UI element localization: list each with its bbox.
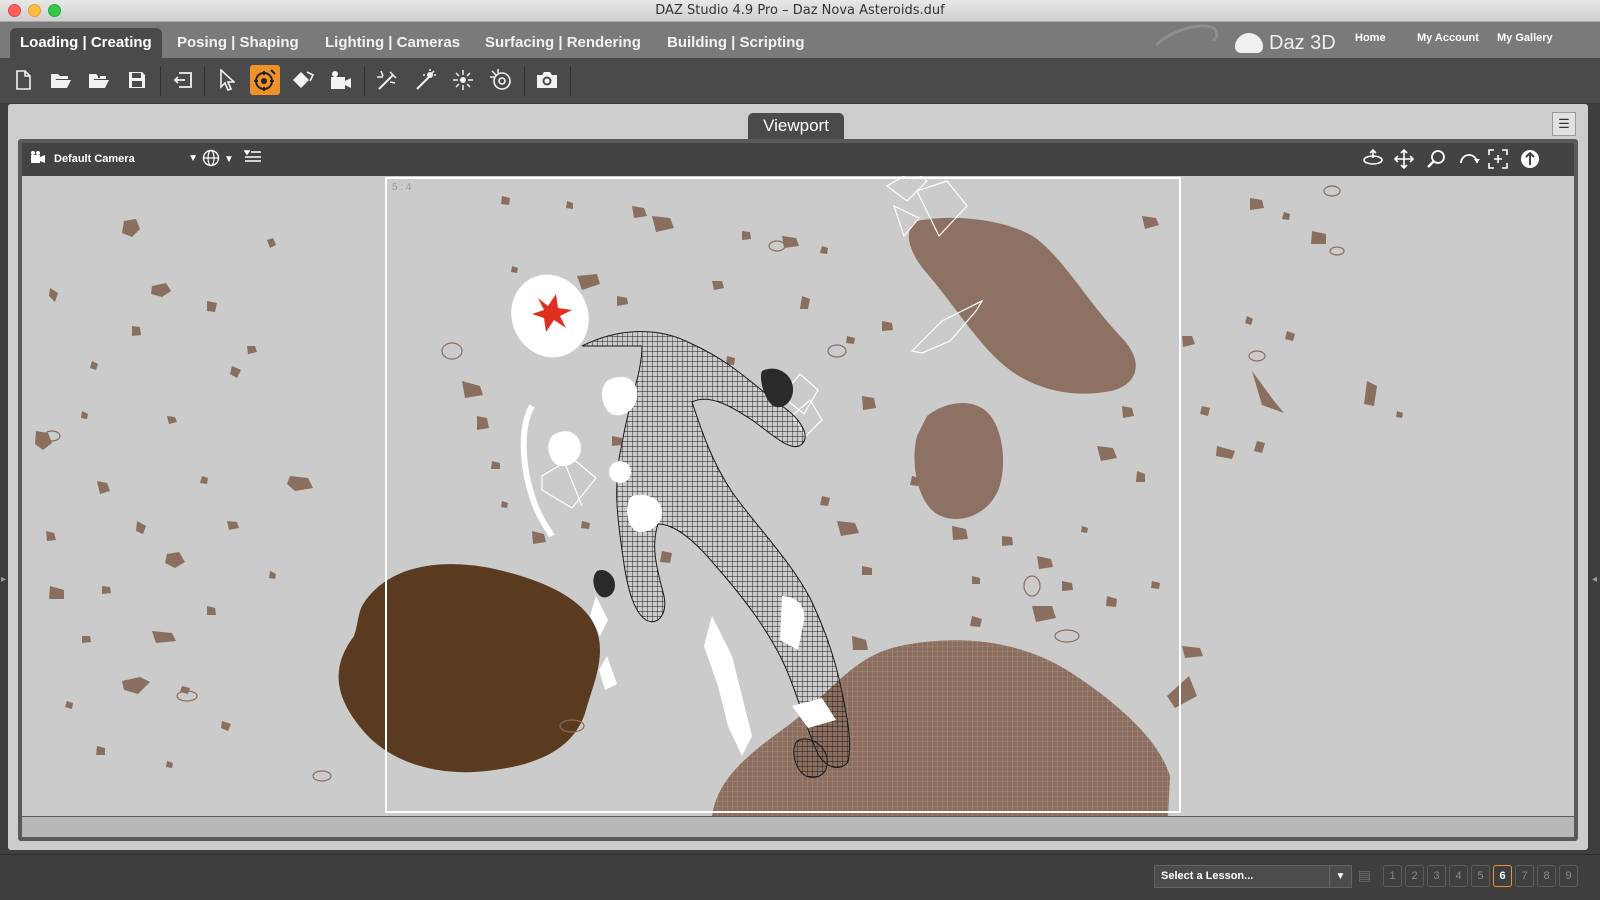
aspect-ratio-label: 5 : 4 <box>392 182 412 193</box>
lesson-page-2[interactable]: 2 <box>1405 865 1424 887</box>
chevron-down-icon: ▼ <box>1329 866 1351 887</box>
tab-building-scripting[interactable]: Building | Scripting <box>657 28 815 58</box>
viewport-frame: Default Camera ▼ ▼ 5: 4 <box>18 139 1578 841</box>
camera-home-icon[interactable] <box>1520 149 1540 174</box>
new-file-icon[interactable] <box>8 65 38 95</box>
workspace: ▸ ◂ Viewport ☰ Default Camera ▼ ▼ 5: 4 <box>0 104 1600 854</box>
medium-asteroid-right <box>914 402 1004 519</box>
open-file-icon[interactable] <box>46 65 76 95</box>
frame-camera-icon[interactable] <box>1488 149 1508 174</box>
zoom-camera-icon[interactable] <box>1426 149 1446 174</box>
lesson-page-3[interactable]: 3 <box>1427 865 1446 887</box>
viewport-status-strip <box>22 817 1574 837</box>
distant-light-icon[interactable] <box>448 65 478 95</box>
daz3d-logo: Daz 3D <box>1235 30 1336 56</box>
window-titlebar: DAZ Studio 4.9 Pro – Daz Nova Asteroids.… <box>0 0 1600 22</box>
lesson-page-7[interactable]: 7 <box>1515 865 1534 887</box>
film-strip-icon: ▤ <box>1358 867 1372 883</box>
drawstyle-dropdown-arrow-icon[interactable]: ▼ <box>224 154 234 165</box>
viewport-toolbar: Default Camera ▼ ▼ <box>22 143 1574 176</box>
select-pointer-icon[interactable] <box>212 65 242 95</box>
merge-file-icon[interactable] <box>84 65 114 95</box>
camera-selector[interactable]: Default Camera ▼ <box>50 147 198 171</box>
my-account-link[interactable]: My Account <box>1417 32 1479 44</box>
universal-tool-icon[interactable] <box>250 65 280 95</box>
pane-options-icon[interactable]: ☰ <box>1552 112 1576 136</box>
viewport-pane: Viewport ☰ Default Camera ▼ ▼ 5: 4 <box>8 104 1588 850</box>
point-light-icon[interactable] <box>410 65 440 95</box>
suit-leg-panel <box>704 616 752 756</box>
brand-name: Daz 3D <box>1269 31 1336 54</box>
chevron-down-icon: ▼ <box>188 153 198 164</box>
viewport-canvas[interactable]: 5 : 4 <box>22 176 1574 816</box>
window-title: DAZ Studio 4.9 Pro – Daz Nova Asteroids.… <box>655 3 945 18</box>
spot-light-icon[interactable] <box>372 65 402 95</box>
large-asteroid-bottom-wireframe <box>712 640 1170 816</box>
roll-camera-icon[interactable] <box>1458 149 1480 172</box>
home-link[interactable]: Home <box>1355 32 1386 44</box>
lesson-page-6[interactable]: 6 <box>1493 865 1512 887</box>
main-toolbar <box>0 58 1600 104</box>
lesson-page-8[interactable]: 8 <box>1537 865 1556 887</box>
left-pane-collapse-arrow[interactable]: ▸ <box>1 574 6 585</box>
lesson-page-1[interactable]: 1 <box>1383 865 1402 887</box>
lesson-page-9[interactable]: 9 <box>1559 865 1578 887</box>
large-asteroid-upper-right <box>908 217 1136 394</box>
suit-core-emblem <box>609 461 631 483</box>
tab-lighting-cameras[interactable]: Lighting | Cameras <box>315 28 470 58</box>
lesson-bar: Select a Lesson... ▼ ▤ 1 2 3 4 5 6 7 8 9 <box>0 854 1600 900</box>
node-selection-icon[interactable] <box>326 65 356 95</box>
lesson-selector-label: Select a Lesson... <box>1161 870 1254 882</box>
viewport-tab[interactable]: Viewport <box>748 113 844 139</box>
lesson-page-5[interactable]: 5 <box>1471 865 1490 887</box>
large-asteroid-dark-left <box>338 564 600 773</box>
pan-camera-icon[interactable] <box>1393 148 1415 174</box>
camera-name: Default Camera <box>54 153 135 165</box>
render-camera-icon[interactable] <box>532 65 562 95</box>
orbit-camera-icon[interactable] <box>1362 148 1384 172</box>
light-settings-icon[interactable] <box>486 65 516 95</box>
scene-render <box>35 176 1403 816</box>
activity-tab-bar: Loading | Creating Posing | Shaping Ligh… <box>0 16 1600 70</box>
figure-glove-left <box>593 569 615 598</box>
drawstyle-sphere-icon[interactable] <box>202 149 220 172</box>
tab-loading-creating[interactable]: Loading | Creating <box>10 28 162 58</box>
viewport-options-icon[interactable] <box>243 149 262 170</box>
tab-surfacing-rendering[interactable]: Surfacing | Rendering <box>475 28 651 58</box>
surface-selection-icon[interactable] <box>288 65 318 95</box>
right-pane-collapse-arrow[interactable]: ◂ <box>1592 574 1597 585</box>
camera-icon <box>30 150 46 169</box>
lesson-page-4[interactable]: 4 <box>1449 865 1468 887</box>
daz-dragon-icon <box>1235 33 1263 53</box>
suit-side-stripe <box>520 404 555 538</box>
save-icon[interactable] <box>122 65 152 95</box>
lesson-selector[interactable]: Select a Lesson... ▼ <box>1154 865 1352 888</box>
my-gallery-link[interactable]: My Gallery <box>1497 32 1553 44</box>
tab-posing-shaping[interactable]: Posing | Shaping <box>167 28 309 58</box>
undo-icon[interactable] <box>168 65 198 95</box>
